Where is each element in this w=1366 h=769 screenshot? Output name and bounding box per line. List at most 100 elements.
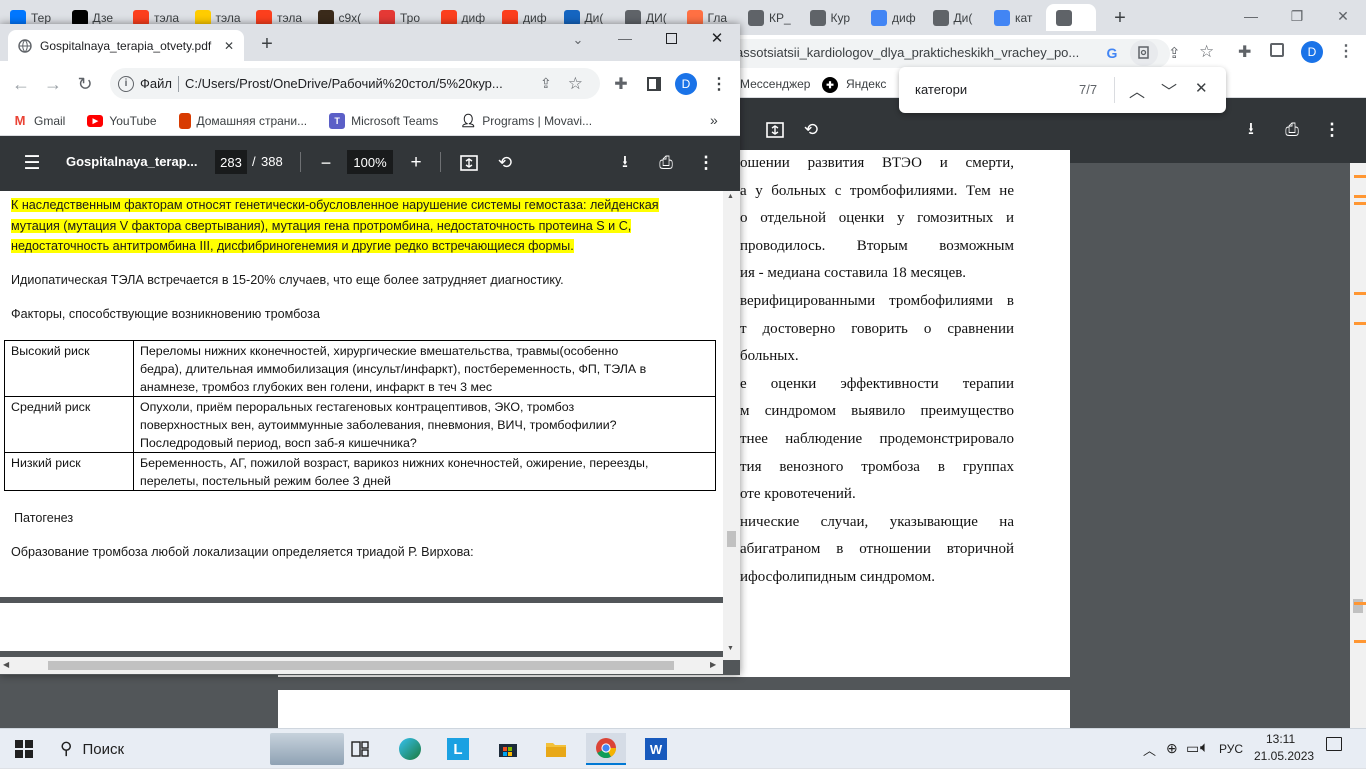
start-button[interactable] bbox=[4, 733, 44, 765]
fit-page-icon[interactable] bbox=[458, 152, 480, 174]
bookmark-star-icon[interactable]: ☆ bbox=[1199, 42, 1214, 62]
print-icon[interactable]: ⎙ bbox=[655, 152, 677, 174]
download-icon[interactable]: ⭳ bbox=[1240, 119, 1262, 140]
background-tab[interactable]: Ди( bbox=[923, 4, 983, 31]
reload-icon[interactable]: ↻ bbox=[72, 71, 98, 97]
info-icon[interactable]: i bbox=[118, 75, 134, 92]
tab-search-icon[interactable]: ⌄ bbox=[566, 30, 590, 50]
extensions-icon[interactable]: ✚ bbox=[608, 71, 634, 97]
find-previous-button[interactable]: ︿ bbox=[1129, 78, 1145, 102]
tab-close-icon[interactable]: ✕ bbox=[224, 39, 234, 53]
bookmark-messenger[interactable]: Мессенджер bbox=[740, 77, 810, 91]
rotate-icon[interactable]: ⟲ bbox=[800, 120, 822, 140]
side-panel-icon[interactable] bbox=[641, 71, 667, 97]
share-icon[interactable]: ⇪ bbox=[1168, 44, 1181, 62]
toolbar-divider bbox=[440, 152, 441, 172]
horizontal-scrollbar[interactable]: ◀ ▶ bbox=[0, 657, 723, 674]
restore-button[interactable]: ❐ bbox=[1274, 0, 1320, 32]
background-scrollbar[interactable] bbox=[1350, 163, 1366, 733]
taskbar-search[interactable]: ⚲ Поиск bbox=[48, 729, 348, 769]
bookmark-office-home[interactable]: Домашняя страни... bbox=[178, 112, 307, 129]
rotate-icon[interactable]: ⟲ bbox=[494, 152, 516, 174]
hamburger-menu-icon[interactable]: ☰ bbox=[20, 152, 44, 174]
scroll-right-arrow[interactable]: ▶ bbox=[710, 660, 716, 669]
scroll-left-arrow[interactable]: ◀ bbox=[3, 660, 9, 669]
find-next-button[interactable]: ﹀ bbox=[1161, 78, 1177, 102]
bookmark-yandex[interactable]: Яндекс bbox=[846, 77, 886, 91]
tab-pdf[interactable]: Gospitalnaya_terapia_otvety.pdf ✕ bbox=[8, 30, 244, 61]
new-tab-button[interactable]: + bbox=[255, 32, 279, 56]
background-tab-label: ДИ( bbox=[646, 10, 667, 25]
google-lens-icon[interactable]: G bbox=[1104, 45, 1120, 61]
print-icon[interactable]: ⎙ bbox=[1281, 120, 1303, 140]
zoom-level-input[interactable]: 100% bbox=[347, 150, 393, 174]
zoom-out-icon[interactable]: − bbox=[315, 152, 337, 174]
background-tab[interactable]: Кур bbox=[800, 4, 860, 31]
globe-icon bbox=[748, 9, 764, 26]
more-icon[interactable]: ⋮ bbox=[1321, 120, 1343, 140]
bookmark-youtube[interactable]: ▶ YouTube bbox=[87, 114, 157, 128]
l-app-icon[interactable]: L bbox=[438, 733, 478, 765]
more-icon[interactable]: ⋮ bbox=[695, 152, 717, 174]
volume-icon[interactable]: 🔈︎ bbox=[1200, 739, 1209, 756]
word-icon[interactable]: W bbox=[636, 733, 676, 765]
background-tab[interactable]: КР_ bbox=[738, 4, 798, 31]
new-tab-button[interactable]: + bbox=[1108, 6, 1132, 30]
bookmark-star-icon[interactable]: ☆ bbox=[568, 74, 583, 94]
side-panel-icon[interactable] bbox=[1270, 43, 1284, 57]
edge-icon[interactable] bbox=[390, 733, 430, 765]
background-tab[interactable]: диф bbox=[861, 4, 921, 31]
chrome-icon[interactable] bbox=[586, 733, 626, 765]
background-text-line: тнее наблюдение продемонстрировало bbox=[740, 431, 1014, 447]
find-bar: категори 7/7 ︿ ﹀ ✕ bbox=[899, 67, 1226, 113]
find-input[interactable]: категори bbox=[915, 82, 967, 97]
profile-avatar[interactable]: D bbox=[675, 73, 697, 95]
download-icon[interactable]: ⭳ bbox=[614, 152, 636, 174]
search-hit-marker bbox=[1354, 602, 1366, 605]
scroll-up-arrow[interactable]: ▲ bbox=[727, 193, 734, 200]
bookmark-movavi[interactable]: 👤︎ Programs | Movavi... bbox=[460, 113, 592, 129]
clock-time[interactable]: 13:11 bbox=[1266, 732, 1295, 746]
scrollbar-thumb[interactable] bbox=[727, 531, 736, 547]
background-text-line: а у больных с тромбофилиями. Тем не bbox=[740, 182, 1014, 199]
back-icon[interactable]: ← bbox=[8, 71, 34, 97]
scroll-down-arrow[interactable]: ▼ bbox=[727, 645, 734, 652]
store-icon[interactable] bbox=[488, 733, 528, 765]
location-icon[interactable]: ⊕ bbox=[1166, 740, 1178, 757]
extensions-icon[interactable]: ✚ bbox=[1238, 42, 1251, 62]
zoom-in-icon[interactable]: + bbox=[405, 152, 427, 174]
background-tab-label: диф bbox=[892, 10, 916, 25]
background-tab[interactable]: ✕ bbox=[1045, 4, 1096, 31]
fit-page-icon[interactable] bbox=[764, 120, 786, 140]
bookmark-teams[interactable]: T Microsoft Teams bbox=[329, 112, 438, 129]
scrollbar-thumb[interactable] bbox=[48, 661, 674, 670]
network-icon[interactable]: ▭ bbox=[1186, 740, 1199, 757]
close-button[interactable]: ✕ bbox=[1320, 0, 1366, 32]
minimize-button[interactable]: — bbox=[610, 26, 640, 50]
show-hidden-icons[interactable]: ︿ bbox=[1143, 740, 1156, 759]
menu-icon[interactable]: ⋮ bbox=[1338, 41, 1354, 61]
maximize-button[interactable] bbox=[656, 26, 686, 50]
background-tab-label: Ди( bbox=[584, 10, 604, 25]
background-tab[interactable]: кат bbox=[984, 4, 1044, 31]
background-tab-label: с9х( bbox=[338, 10, 362, 25]
menu-icon[interactable]: ⋮ bbox=[706, 71, 732, 97]
vertical-scrollbar[interactable]: ▲ ▼ bbox=[723, 191, 740, 660]
clock-date[interactable]: 21.05.2023 bbox=[1254, 749, 1314, 763]
page-number-input[interactable]: 283 bbox=[215, 150, 247, 174]
profile-avatar[interactable]: D bbox=[1301, 41, 1323, 63]
bookmark-gmail[interactable]: M Gmail bbox=[12, 113, 66, 129]
share-icon[interactable]: ⇪ bbox=[540, 75, 552, 92]
close-button[interactable]: ✕ bbox=[702, 26, 732, 50]
find-close-button[interactable]: ✕ bbox=[1195, 79, 1208, 97]
language-indicator[interactable]: РУС bbox=[1219, 742, 1243, 756]
find-in-page-icon[interactable] bbox=[1130, 40, 1158, 66]
forward-icon[interactable]: → bbox=[40, 71, 66, 97]
file-explorer-icon[interactable] bbox=[536, 733, 576, 765]
more-bookmarks-icon[interactable]: » bbox=[710, 112, 718, 128]
task-view-icon[interactable] bbox=[340, 733, 380, 765]
minimize-button[interactable]: — bbox=[1228, 0, 1274, 32]
omnibox[interactable]: i Файл C:/Users/Prost/OneDrive/Рабочий%2… bbox=[110, 68, 600, 99]
notification-icon[interactable] bbox=[1326, 737, 1342, 751]
pdf-next-page bbox=[0, 603, 723, 651]
